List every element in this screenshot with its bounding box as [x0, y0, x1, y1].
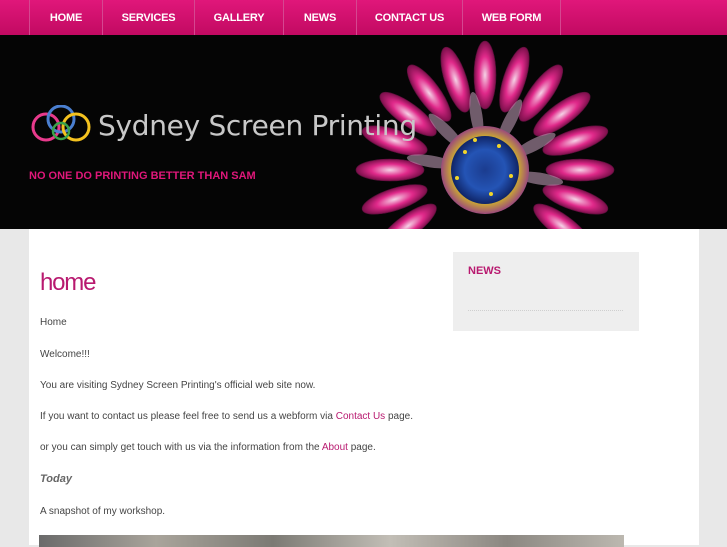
nav-item-services[interactable]: SERVICES: [103, 0, 195, 35]
nav-item-label: WEB FORM: [481, 11, 542, 24]
site-tagline: NO ONE DO PRINTING BETTER THAN SAM: [29, 170, 256, 182]
today-heading: Today: [40, 473, 72, 485]
welcome-text: Welcome!!!: [40, 349, 90, 360]
logo-text: Sydney Screen Printing: [98, 108, 417, 142]
nav-item-label: GALLERY: [213, 11, 265, 24]
nav-item-web-form[interactable]: WEB FORM: [463, 0, 561, 35]
breadcrumb: Home: [40, 317, 67, 328]
news-sidebar: NEWS: [453, 252, 639, 331]
news-heading: NEWS: [468, 265, 501, 277]
about-text-after: page.: [347, 442, 376, 453]
nav-item-contact-us[interactable]: CONTACT US: [357, 0, 463, 35]
snapshot-caption: A snapshot of my workshop.: [40, 506, 166, 517]
nav-item-label: NEWS: [303, 11, 337, 24]
top-navigation: HOME SERVICES GALLERY NEWS CONTACT US WE…: [0, 0, 727, 35]
nav-menu: HOME SERVICES GALLERY NEWS CONTACT US WE…: [29, 0, 561, 35]
nav-item-gallery[interactable]: GALLERY: [195, 0, 284, 35]
header-banner: Sydney Screen Printing NO ONE DO PRINTIN…: [0, 35, 727, 229]
about-paragraph: or you can simply get touch with us via …: [40, 442, 376, 453]
about-text-before: or you can simply get touch with us via …: [40, 442, 322, 453]
news-divider: [468, 310, 623, 311]
workshop-photo: [39, 535, 624, 547]
contact-us-link[interactable]: Contact Us: [336, 411, 385, 422]
content-area: home Home Welcome!!! You are visiting Sy…: [29, 229, 699, 547]
nav-item-label: HOME: [49, 11, 83, 24]
nav-item-news[interactable]: NEWS: [284, 0, 357, 35]
nav-item-label: SERVICES: [121, 11, 176, 24]
sss-logo-icon: [31, 105, 91, 142]
nav-item-label: CONTACT US: [374, 11, 445, 24]
visiting-text: You are visiting Sydney Screen Printing'…: [40, 380, 316, 391]
nav-item-home[interactable]: HOME: [30, 0, 103, 35]
contact-text-after: page.: [385, 411, 413, 422]
site-logo[interactable]: Sydney Screen Printing: [30, 105, 417, 145]
contact-paragraph: If you want to contact us please feel fr…: [40, 411, 413, 422]
page-title: home: [40, 269, 96, 296]
contact-text-before: If you want to contact us please feel fr…: [40, 411, 336, 422]
about-link[interactable]: About: [322, 442, 348, 453]
